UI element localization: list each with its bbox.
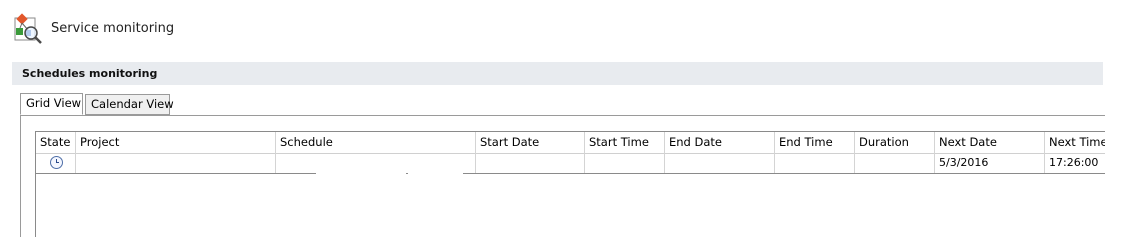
cell-next-time: 17:26:00 [1049,156,1099,169]
clock-icon [50,156,63,169]
cell-schedule [276,153,476,173]
column-header-state[interactable]: State [36,132,76,153]
tab-calendar-view[interactable]: Calendar View [85,94,174,115]
table-row[interactable]: 5/3/2016 17:26:00 [36,153,1105,174]
column-header-next-date[interactable]: Next Date [935,132,1045,153]
cell-end-time [775,153,855,173]
cell-project [76,153,276,173]
schedules-grid[interactable]: State Project Schedule Start Date Start … [35,131,1105,237]
cell-start-time [585,153,665,173]
app-title: Service monitoring [51,20,175,36]
section-title: Schedules monitoring [12,62,1103,85]
cell-duration [855,153,935,173]
cell-state [36,153,76,173]
column-header-duration[interactable]: Duration [855,132,935,153]
tab-baseline [20,115,1105,116]
app-header: Service monitoring [12,12,174,44]
column-header-start-date[interactable]: Start Date [476,132,585,153]
panel-border [20,115,21,237]
column-header-schedule[interactable]: Schedule [276,132,476,153]
column-header-project[interactable]: Project [76,132,276,153]
cell-next-date: 5/3/2016 [935,153,1045,173]
column-header-next-time[interactable]: Next Time [1045,132,1105,153]
column-header-end-time[interactable]: End Time [775,132,855,153]
tab-grid-view[interactable]: Grid View [20,93,83,115]
column-header-start-time[interactable]: Start Time [585,132,665,153]
grid-header: State Project Schedule Start Date Start … [36,132,1105,154]
cell-end-date [665,153,775,173]
redaction-mask [316,172,406,174]
redaction-mask [408,172,463,174]
cell-start-date [476,153,585,173]
service-monitoring-icon [12,12,44,44]
column-header-end-date[interactable]: End Date [665,132,775,153]
